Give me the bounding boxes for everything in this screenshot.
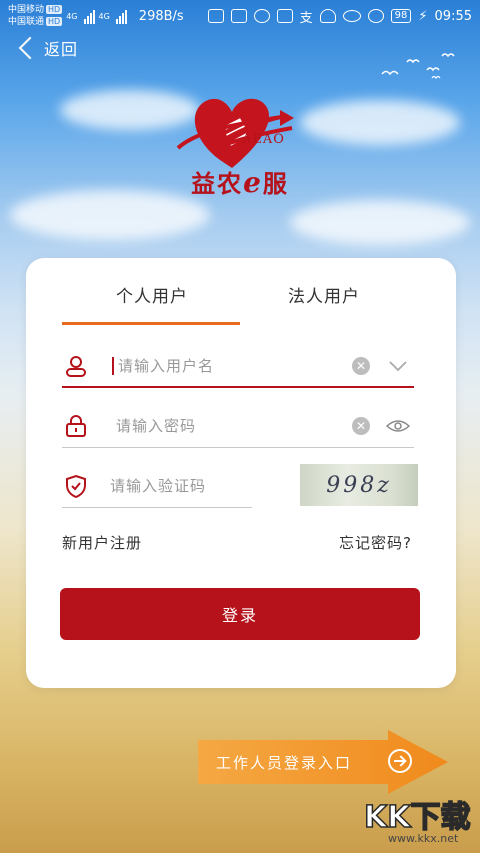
chevron-left-icon: [18, 36, 42, 60]
active-tab-indicator: [62, 322, 240, 325]
register-link[interactable]: 新用户注册: [62, 532, 142, 553]
image-icon: [276, 9, 293, 23]
logo-subtext: AEAO: [242, 132, 285, 147]
login-card: 个人用户 法人用户 ✕ ✕: [26, 258, 456, 688]
headphone-icon: [319, 9, 336, 23]
carrier-info: 中国移动 HD 中国联通 HD: [8, 4, 63, 28]
charging-icon: ⚡: [418, 8, 428, 24]
password-input[interactable]: [116, 417, 336, 435]
captcha-input[interactable]: [110, 477, 240, 495]
captcha-text: 998z: [326, 472, 392, 498]
password-field: ✕: [62, 404, 414, 448]
arrow-right-icon: [388, 749, 412, 773]
clock: 09:55: [434, 8, 472, 24]
app-icon: [230, 9, 247, 23]
back-button[interactable]: 返回: [18, 36, 79, 60]
browser-icon: [253, 9, 270, 23]
app-title: 益农e服: [0, 164, 480, 199]
watermark-url: www.kkx.net: [388, 832, 459, 845]
net-type-1: 4G: [66, 11, 78, 21]
watermark: KK下载 www.kkx.net: [360, 790, 480, 853]
clear-username-button[interactable]: ✕: [352, 357, 370, 375]
title-e: e: [243, 166, 263, 199]
eye-icon: [342, 10, 361, 22]
battery-indicator: 98: [390, 9, 412, 23]
cloud: [290, 200, 470, 245]
birds-decoration: [381, 53, 455, 80]
hd-badge: HD: [46, 5, 63, 14]
shield-icon: [66, 474, 86, 498]
tab-legal-user[interactable]: 法人用户: [234, 282, 414, 307]
notification-icon: [207, 9, 224, 23]
login-button[interactable]: 登录: [60, 588, 420, 640]
tab-personal-user[interactable]: 个人用户: [62, 282, 242, 307]
forgot-password-link[interactable]: 忘记密码?: [339, 532, 412, 553]
title-suffix: 服: [262, 169, 289, 198]
carrier-2: 中国联通: [8, 17, 45, 27]
back-label: 返回: [44, 40, 79, 59]
captcha-image[interactable]: 998z: [300, 464, 418, 506]
title-prefix: 益农: [191, 169, 244, 198]
chevron-down-icon[interactable]: [386, 356, 410, 376]
lock-icon: [66, 415, 86, 437]
captcha-underline: [62, 506, 252, 508]
watermark-text: KK下载: [363, 799, 471, 836]
clear-password-button[interactable]: ✕: [352, 417, 370, 435]
staff-login-label: 工作人员登录入口: [216, 754, 353, 772]
user-icon: [66, 356, 86, 377]
username-underline: [62, 386, 414, 388]
alarm-icon: [367, 9, 384, 23]
signal-icon: [83, 8, 95, 24]
username-input[interactable]: [112, 357, 332, 375]
user-type-tabs: 个人用户 法人用户: [26, 282, 456, 325]
net-type-2: 4G: [98, 11, 110, 21]
captcha-field: [62, 464, 252, 508]
staff-login-entry[interactable]: 工作人员登录入口: [198, 730, 450, 794]
username-field: ✕: [62, 344, 414, 388]
carrier-1: 中国移动: [8, 5, 45, 15]
signal-icon: [115, 8, 127, 24]
alipay-icon: 支: [299, 10, 313, 26]
password-underline: [62, 446, 414, 448]
cloud: [300, 100, 460, 145]
net-speed: 298B/s: [138, 8, 184, 24]
status-bar: 中国移动 HD 中国联通 HD 4G 4G 298B/s 支 98 ⚡ 09:55: [0, 0, 480, 32]
eye-icon[interactable]: [386, 416, 410, 436]
hd-badge: HD: [46, 17, 63, 26]
